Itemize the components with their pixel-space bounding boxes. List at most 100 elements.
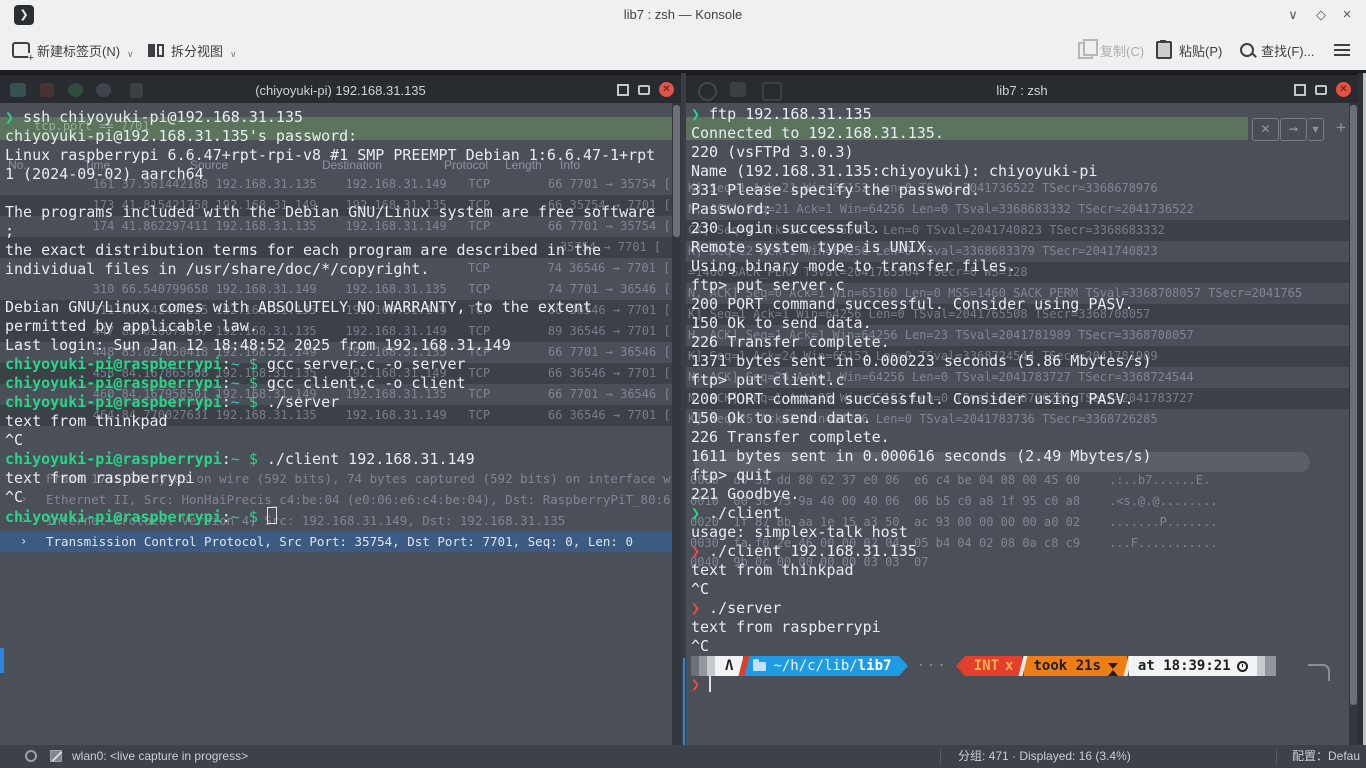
terminal-line: text from thinkpad xyxy=(691,561,854,580)
split-view-icon xyxy=(148,44,164,57)
terminal-line: 220 (vsFTPd 3.0.3) xyxy=(691,143,854,162)
prompt-frame-corner xyxy=(1308,664,1330,681)
copy-button[interactable]: 复制(C) xyxy=(1078,30,1144,70)
terminal-line: the exact distribution terms for each pr… xyxy=(5,241,601,260)
left-pane-body[interactable]: tcp.port == 7701 No.TimeSourceDestinatio… xyxy=(0,103,681,745)
statusbar-divider xyxy=(1276,748,1277,765)
paste-icon xyxy=(1156,41,1172,59)
terminal-line: 200 PORT command successful. Consider us… xyxy=(691,390,1134,409)
time-segment: at 18:39:21 xyxy=(1129,656,1257,676)
terminal-line: 221 Goodbye. xyxy=(691,485,799,504)
close-button[interactable]: × xyxy=(1336,0,1358,30)
right-pane-title: lib7 : zsh xyxy=(686,77,1358,105)
terminal-line: ^C xyxy=(691,637,709,656)
menu-button[interactable] xyxy=(1334,30,1350,70)
terminal-line: ^C xyxy=(5,431,23,450)
main-toolbar: 新建标签页(N) ∨ 拆分视图 ∨ 复制(C) 粘贴(P) 查找(F)... xyxy=(0,30,1366,73)
left-scrollbar-thumb[interactable] xyxy=(673,105,680,237)
terminal-line: Name (192.168.31.135:chiyoyuki): chiyoyu… xyxy=(691,162,1097,181)
close-pane-icon[interactable]: ✕ xyxy=(659,82,674,97)
powerline-arrow-tip xyxy=(956,656,965,676)
terminal-line: ❯ ./client 192.168.31.135 xyxy=(691,542,917,561)
terminal-line: 331 Please specify the password. xyxy=(691,181,980,200)
left-terminal-text[interactable]: ❯ ssh chiyoyuki-pi@192.168.31.135chiyoyu… xyxy=(0,103,681,745)
terminal-line: permitted by applicable law. xyxy=(5,317,258,336)
terminal-line: ^C xyxy=(691,580,709,599)
terminal-cursor xyxy=(709,676,711,692)
right-pane-header[interactable]: lib7 : zsh ✕ xyxy=(686,73,1358,103)
terminal-line: chiyoyuki-pi@raspberrypi:~ $ gcc server.… xyxy=(5,355,466,374)
terminal-line: ❯ ./client xyxy=(691,504,781,523)
terminal-cursor xyxy=(267,507,277,524)
terminal-line: text from raspberrypi xyxy=(5,469,195,488)
window-title: lib7 : zsh — Konsole xyxy=(0,0,1366,30)
minimize-button[interactable]: ∨ xyxy=(1282,0,1304,30)
new-tab-label: 新建标签页(N) xyxy=(37,41,120,60)
terminal-line: 1371 bytes sent in 0.000223 seconds (5.8… xyxy=(691,352,1152,371)
terminal-line: 150 Ok to send data. xyxy=(691,314,872,333)
path-prefix: ~/h/c/lib/ xyxy=(773,656,857,676)
capture-status: wlan0: <live capture in progress> xyxy=(72,745,248,768)
terminal-line: ❯ ./server xyxy=(691,599,781,618)
powerline-cap xyxy=(1265,656,1276,676)
terminal-line: Last login: Sun Jan 12 18:48:52 2025 fro… xyxy=(5,336,511,355)
new-tab-icon xyxy=(12,42,30,58)
profile-label: 配置：Defau xyxy=(1292,745,1360,768)
chevron-down-icon: ∨ xyxy=(127,49,134,60)
terminal-line: 200 PORT command successful. Consider us… xyxy=(691,295,1134,314)
duration-segment: took 21s xyxy=(1024,656,1126,676)
new-tab-small-icon[interactable] xyxy=(1315,85,1327,95)
paste-button[interactable]: 粘贴(P) xyxy=(1156,30,1222,70)
ghost-pane-border xyxy=(683,658,685,745)
terminal-line: Connected to 192.168.31.135. xyxy=(691,124,944,143)
maximize-button[interactable]: ◇ xyxy=(1310,0,1332,30)
right-pane-scrollbar[interactable] xyxy=(1349,103,1358,745)
terminal-line: ❯ ftp 192.168.31.135 xyxy=(691,105,872,124)
paste-label: 粘贴(P) xyxy=(1179,41,1222,60)
copy-icon xyxy=(1078,42,1093,59)
new-tab-small-icon[interactable] xyxy=(638,85,650,95)
status-label: INT xyxy=(974,656,999,676)
terminal-line: Remote system type is UNIX. xyxy=(691,238,935,257)
status-x-icon: x xyxy=(1005,656,1013,676)
close-pane-icon[interactable]: ✕ xyxy=(1336,82,1351,97)
chevron-down-icon: ∨ xyxy=(230,49,237,60)
window-titlebar[interactable]: ❯ lib7 : zsh — Konsole ∨ ◇ × xyxy=(0,0,1366,31)
left-pane-header[interactable]: (chiyoyuki-pi) 192.168.31.135 ✕ xyxy=(0,73,681,103)
right-pane-body[interactable]: ✕ ➞ ▾ + K] Seq=1 Ack=21 Win=65152 Len=0 … xyxy=(686,103,1358,745)
terminal-line: 1 (2024-09-02) aarch64 xyxy=(5,165,204,184)
left-pane-scrollbar[interactable] xyxy=(672,103,681,745)
terminal-line: individual files in /usr/share/doc/*/cop… xyxy=(5,260,429,279)
hourglass-icon xyxy=(1108,663,1118,669)
find-button[interactable]: 查找(F)... xyxy=(1240,30,1314,70)
terminal-pane-ssh[interactable]: (chiyoyuki-pi) 192.168.31.135 ✕ tcp.port… xyxy=(0,73,681,745)
right-scrollbar-thumb[interactable] xyxy=(1350,105,1357,705)
terminal-area: (chiyoyuki-pi) 192.168.31.135 ✕ tcp.port… xyxy=(0,73,1366,745)
terminal-line: ; xyxy=(5,222,14,241)
wireshark-status-bar: wlan0: <live capture in progress> 分组: 47… xyxy=(0,745,1366,768)
powerline-cap xyxy=(1257,656,1265,676)
split-view-button[interactable]: 拆分视图 ∨ xyxy=(148,30,237,70)
clock-icon xyxy=(1237,661,1248,672)
terminal-line: 230 Login successful. xyxy=(691,219,881,238)
expand-pane-icon[interactable] xyxy=(1294,84,1306,96)
terminal-line: Using binary mode to transfer files. xyxy=(691,257,1016,276)
terminal-pane-zsh[interactable]: lib7 : zsh ✕ ✕ ➞ ▾ + K] Seq=1 Ack=21 Win… xyxy=(686,73,1358,745)
terminal-line: usage: simplex-talk host xyxy=(691,523,908,542)
powerline-cap xyxy=(691,656,699,676)
left-pane-title: (chiyoyuki-pi) 192.168.31.135 xyxy=(0,77,681,105)
new-tab-button[interactable]: 新建标签页(N) ∨ xyxy=(12,30,134,70)
expand-pane-icon[interactable] xyxy=(617,84,629,96)
gap-dots: ··· xyxy=(908,656,955,676)
terminal-line: ftp> put server.c xyxy=(691,276,845,295)
terminal-line: chiyoyuki-pi@192.168.31.135's password: xyxy=(5,127,357,146)
terminal-line: 150 Ok to send data. xyxy=(691,409,872,428)
right-terminal-text[interactable]: ❯ ftp 192.168.31.135Connected to 192.168… xyxy=(686,103,1358,745)
split-view-label: 拆分视图 xyxy=(171,41,223,60)
terminal-line: chiyoyuki-pi@raspberrypi:~ $ xyxy=(5,507,277,526)
powerline-cap xyxy=(699,656,707,676)
terminal-line: ❯ xyxy=(691,675,711,694)
powerline-prompt: Λ~/h/c/lib/lib7···INTxtook 21sat 18:39:2… xyxy=(691,656,1276,676)
terminal-line: text from raspberrypi xyxy=(691,618,881,637)
statusbar-divider xyxy=(940,748,941,765)
